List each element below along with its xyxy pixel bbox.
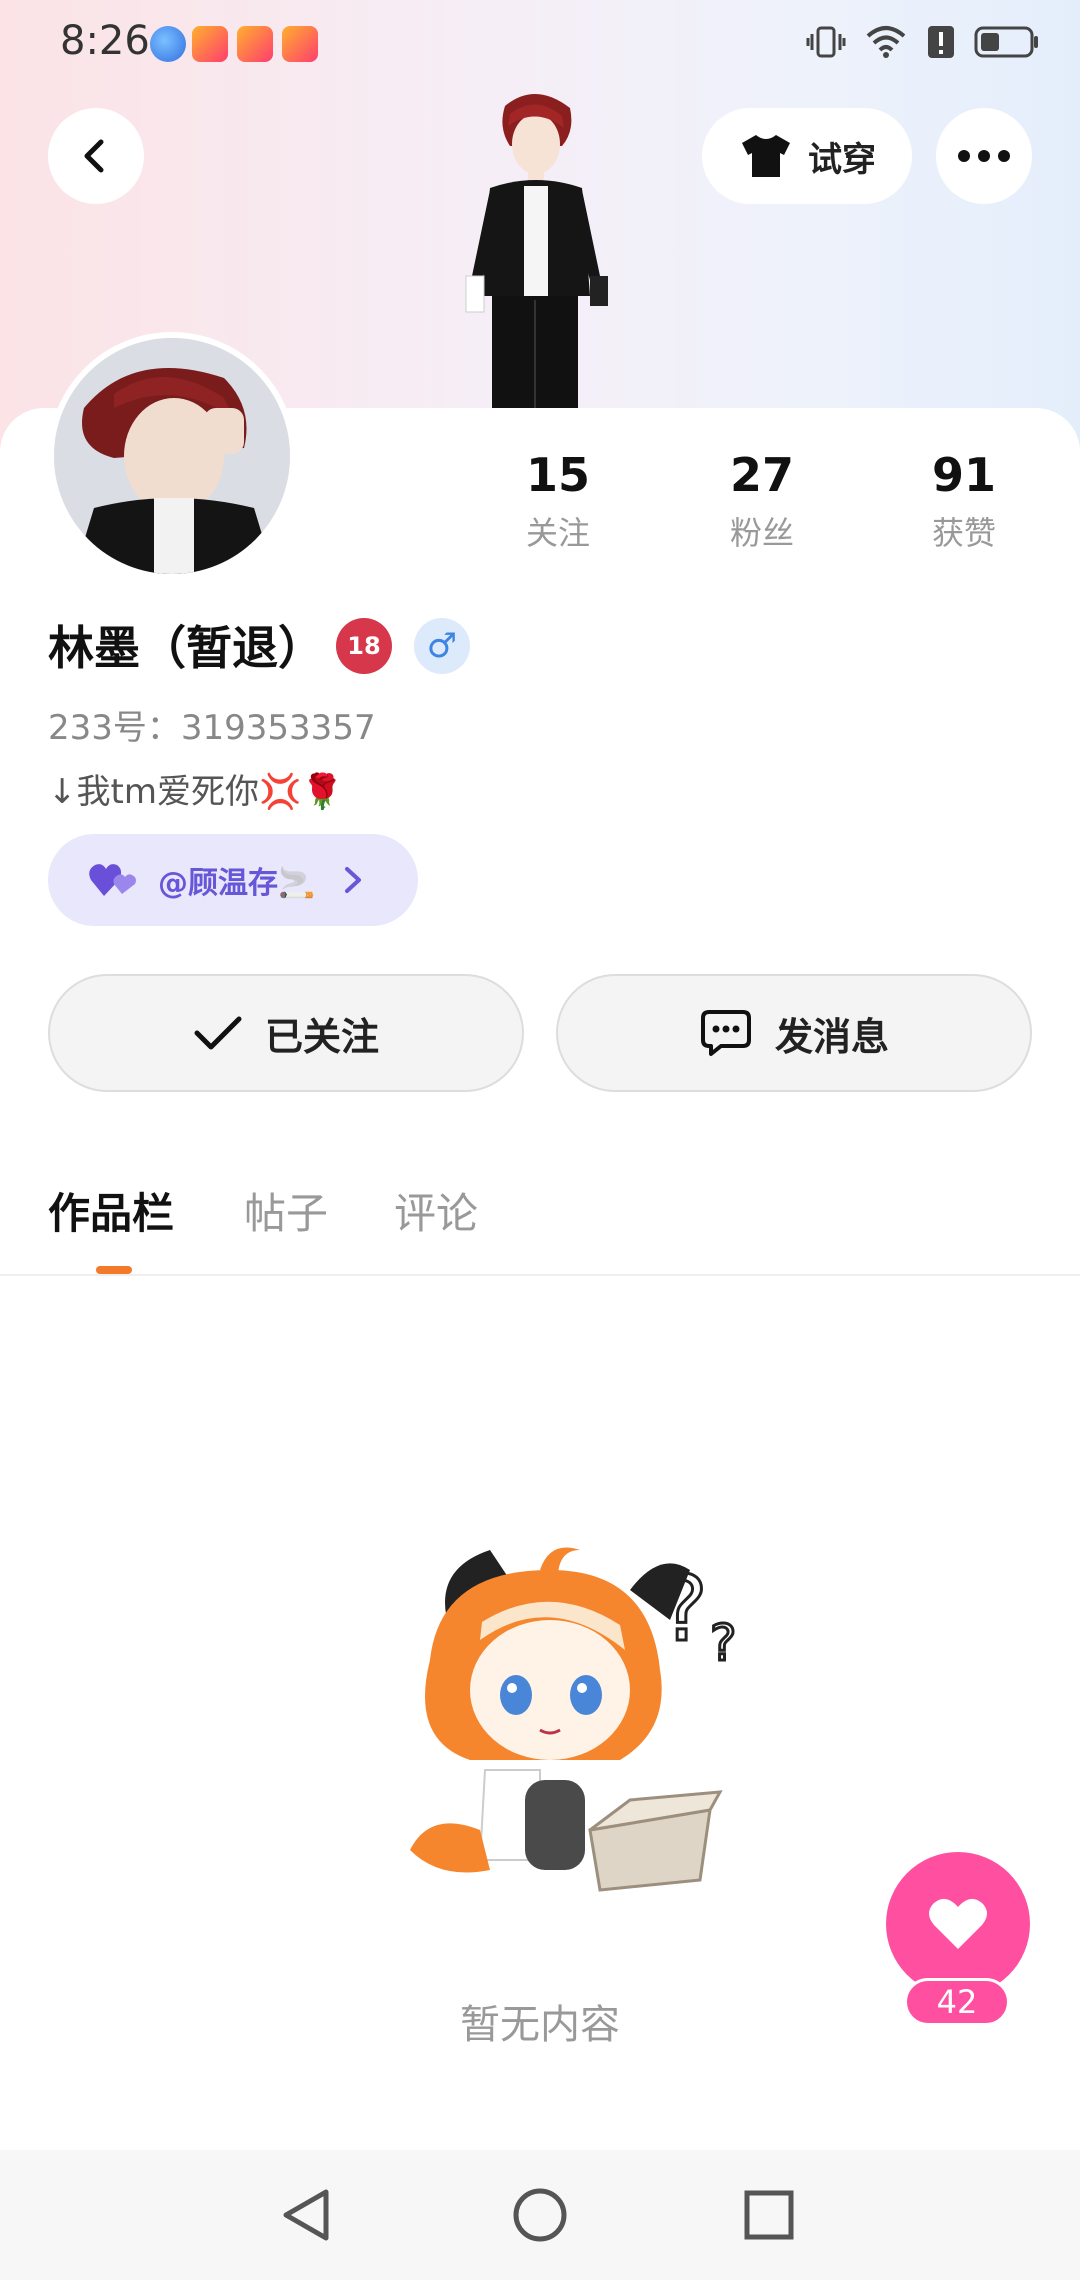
nickname: 林墨（暂退） [48, 621, 324, 675]
age-badge-text: 18 [347, 632, 381, 660]
try-on-label: 试穿 [808, 139, 876, 180]
nav-home-icon[interactable] [505, 2180, 575, 2250]
user-id[interactable]: 233号：319353357 [48, 700, 376, 749]
stat-value: 15 [525, 448, 590, 502]
svg-text:?: ? [660, 1557, 708, 1662]
stat-likes[interactable]: 91 获赞 [884, 448, 1044, 554]
stat-fans[interactable]: 27 粉丝 [682, 448, 842, 554]
send-message-button[interactable]: 发消息 [556, 974, 1032, 1092]
system-navigation-bar [0, 2150, 1080, 2280]
chevron-left-icon [84, 139, 104, 173]
stat-value: 27 [729, 448, 794, 502]
avatar[interactable] [48, 332, 296, 580]
gender-symbol: ♂ [426, 626, 458, 666]
bio: ↓我tm爱死你💢🌹 [48, 772, 344, 812]
chat-bubble-icon [700, 1010, 751, 1056]
nav-back-icon[interactable] [272, 2180, 342, 2250]
tab-comments[interactable]: 评论 [394, 1180, 478, 1241]
stat-value: 91 [931, 448, 996, 502]
like-fab-button[interactable] [886, 1852, 1030, 1996]
stat-label: 关注 [525, 514, 590, 552]
followed-label: 已关注 [264, 1014, 379, 1059]
kuaishou-icon [237, 26, 273, 62]
kuaishou-icon [192, 26, 228, 62]
gender-male-badge: ♂ [414, 618, 470, 674]
empty-state-illustration: ? ? [410, 1547, 738, 1892]
relationship-pill[interactable]: @顾温存🚬 [48, 834, 418, 926]
more-dots-icon [958, 150, 1010, 162]
age-restriction-badge: 18 [336, 618, 392, 674]
svg-text:?: ? [710, 1614, 737, 1672]
status-time: 8:26 [60, 18, 150, 64]
followed-button[interactable]: 已关注 [48, 974, 524, 1092]
relationship-text: @顾温存🚬 [158, 866, 316, 901]
chevron-right-icon [345, 867, 362, 893]
tab-posts[interactable]: 帖子 [244, 1180, 328, 1241]
back-button[interactable] [48, 108, 144, 204]
nav-recents-icon[interactable] [734, 2180, 804, 2250]
double-heart-icon [89, 864, 136, 896]
vibrate-icon [806, 26, 846, 58]
tab-works[interactable]: 作品栏 [48, 1180, 174, 1241]
more-button[interactable] [936, 108, 1032, 204]
tshirt-icon [742, 135, 790, 177]
send-message-label: 发消息 [774, 1014, 889, 1059]
browser-icon [150, 26, 186, 62]
kuaishou-icon [282, 26, 318, 62]
status-bar: 8:26 [0, 0, 1080, 90]
check-icon [194, 1016, 242, 1050]
tab-divider [0, 1274, 1080, 1276]
alert-icon [928, 26, 954, 58]
heart-icon [929, 1898, 987, 1949]
active-tab-indicator [96, 1266, 132, 1274]
stat-label: 获赞 [931, 514, 996, 552]
avatar-portrait [54, 338, 290, 574]
stat-label: 粉丝 [729, 514, 794, 552]
like-count: 42 [904, 1978, 1010, 2026]
battery-icon [974, 26, 1038, 58]
avatar-character-figure [465, 93, 608, 416]
stat-following[interactable]: 15 关注 [478, 448, 638, 554]
wifi-icon [866, 26, 906, 58]
try-on-button[interactable]: 试穿 [702, 108, 912, 204]
